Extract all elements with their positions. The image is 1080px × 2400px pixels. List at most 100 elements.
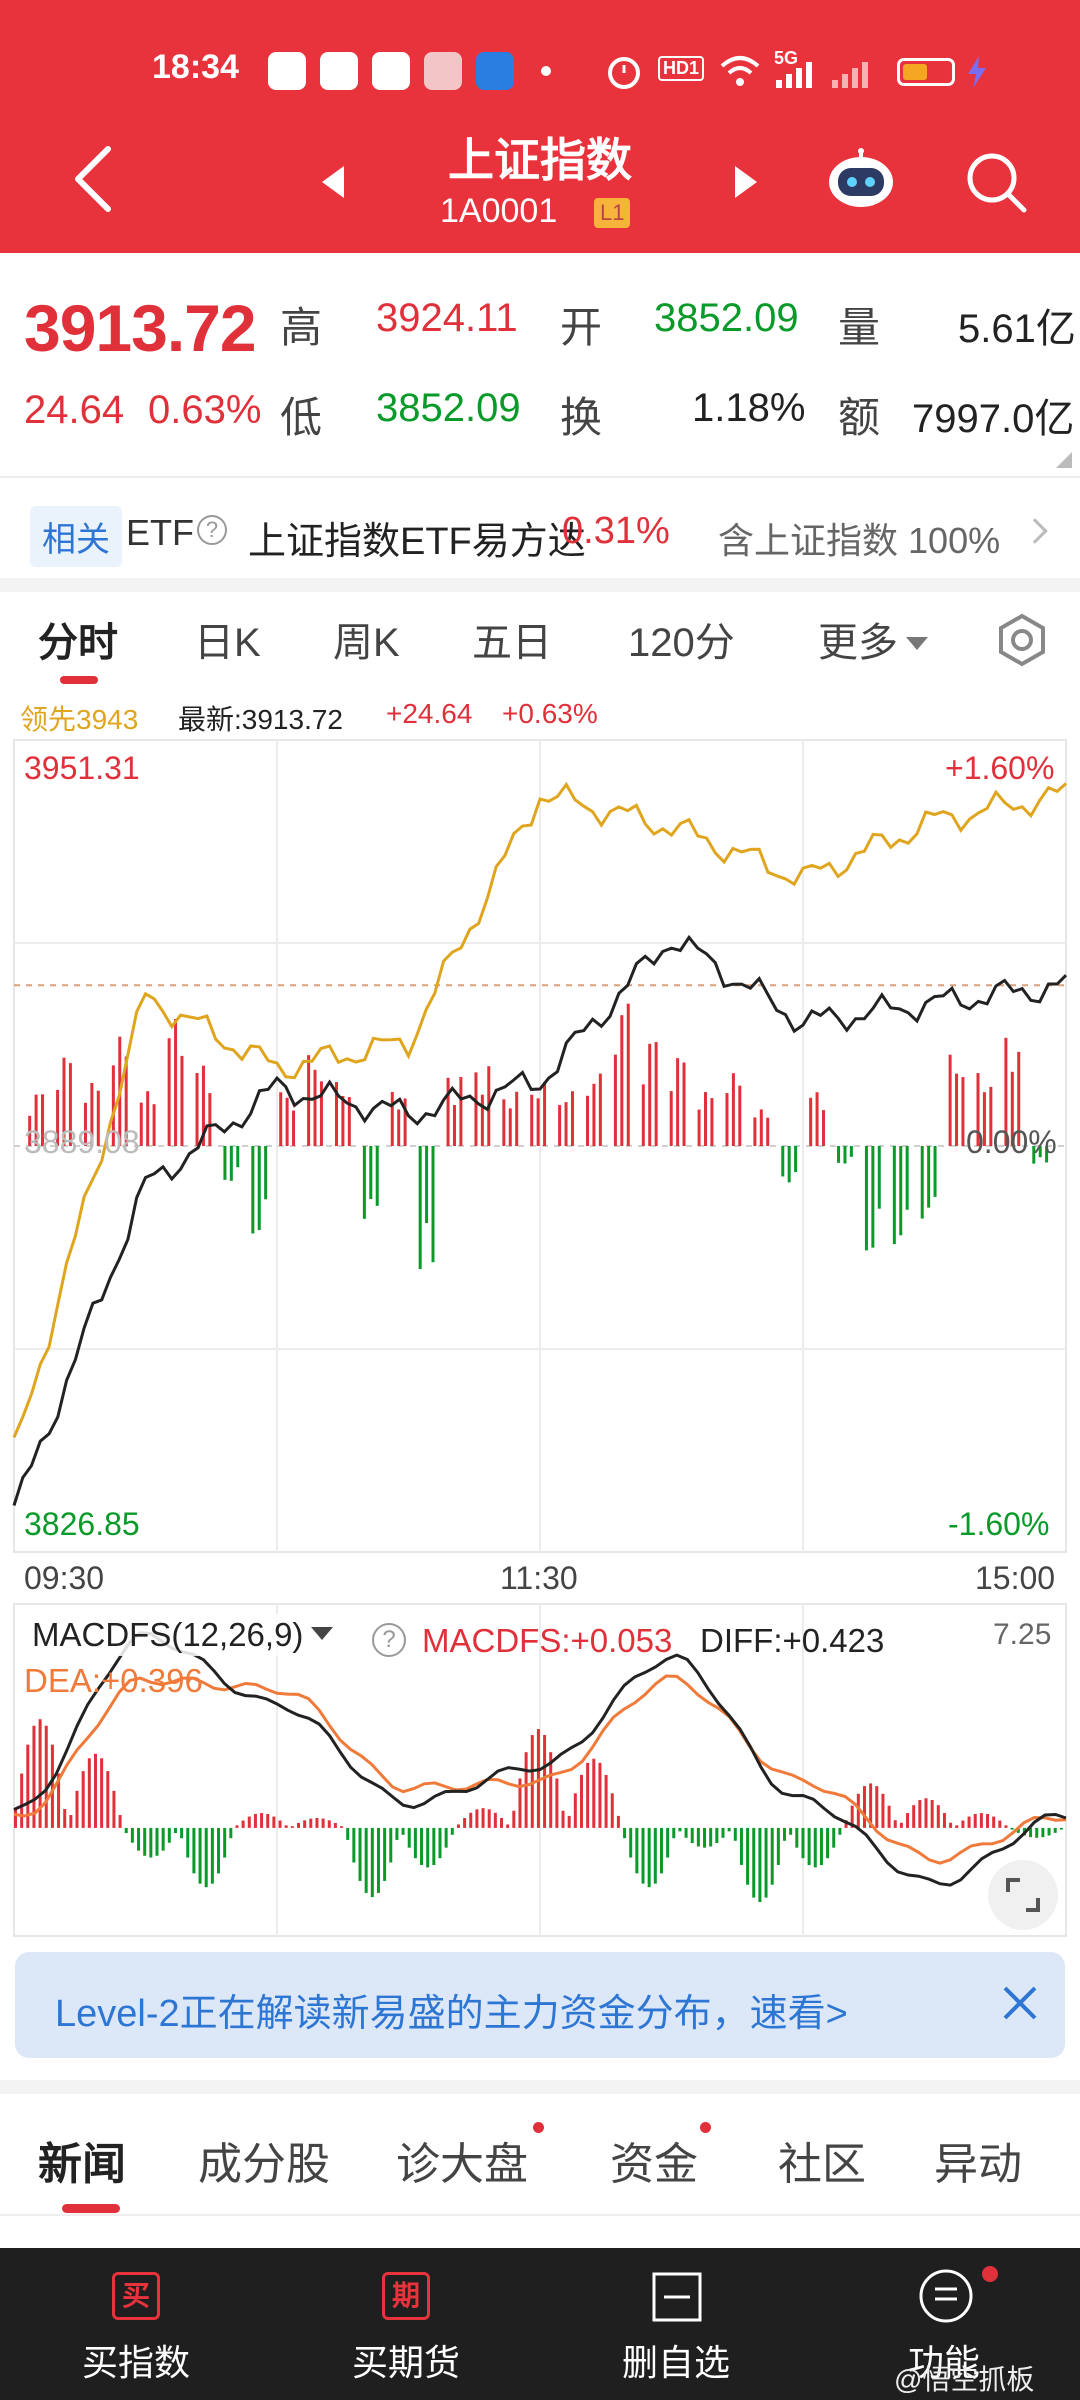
volume-bar bbox=[669, 1091, 673, 1146]
volume-bar bbox=[508, 1108, 512, 1146]
volume-bar bbox=[809, 1097, 813, 1146]
bottom-pct-label: -1.60% bbox=[948, 1506, 1050, 1542]
volume-bar bbox=[961, 1077, 965, 1146]
buy-futures-button[interactable]: 期 买期货 bbox=[298, 2248, 514, 2400]
macd-help-icon[interactable]: ? bbox=[372, 1623, 406, 1657]
macd-bar bbox=[69, 1815, 73, 1828]
macd-bar bbox=[776, 1827, 780, 1865]
macd-bar bbox=[186, 1827, 190, 1858]
macd-bar bbox=[260, 1813, 264, 1828]
macd-bar bbox=[376, 1827, 380, 1893]
top-price-label: 3951.31 bbox=[24, 750, 140, 786]
macd-bar bbox=[524, 1752, 528, 1828]
close-icon[interactable] bbox=[997, 1980, 1043, 2026]
volume-bar bbox=[731, 1073, 735, 1146]
macd-bar bbox=[413, 1827, 417, 1859]
macd-bar bbox=[906, 1813, 910, 1828]
volume-bar bbox=[139, 1102, 143, 1146]
volume-bar bbox=[933, 1146, 937, 1197]
volume-bar bbox=[375, 1146, 379, 1206]
volume-bar bbox=[223, 1146, 227, 1180]
volume-bar bbox=[390, 1092, 394, 1146]
divider bbox=[0, 2214, 1080, 2216]
banner-text[interactable]: Level-2正在解读新易盛的主力资金分布，速看> bbox=[55, 1982, 848, 2037]
volume-bar bbox=[620, 1015, 624, 1146]
level2-banner[interactable]: Level-2正在解读新易盛的主力资金分布，速看> bbox=[15, 1952, 1065, 2058]
volume-bar bbox=[899, 1146, 903, 1236]
macd-bar bbox=[100, 1758, 104, 1828]
badge-dot bbox=[533, 2122, 544, 2133]
remove-watchlist-button[interactable]: 删自选 bbox=[568, 2248, 784, 2400]
tab-news[interactable]: 新闻 bbox=[38, 2128, 126, 2192]
macd-bar bbox=[986, 1813, 990, 1828]
macd-bar bbox=[616, 1815, 620, 1828]
macd-indicator-select[interactable]: MACDFS(12,26,9) bbox=[26, 1614, 340, 1656]
macd-bar bbox=[795, 1827, 799, 1848]
macd-bar bbox=[573, 1793, 577, 1828]
time-start-label: 09:30 bbox=[24, 1560, 105, 1596]
volume-bar bbox=[341, 1095, 345, 1146]
volume-bar bbox=[592, 1083, 596, 1146]
macd-bar bbox=[106, 1771, 110, 1828]
volume-bar bbox=[682, 1062, 686, 1146]
buy-icon: 买 bbox=[112, 2272, 160, 2320]
macd-bar bbox=[272, 1816, 276, 1828]
macd-bar bbox=[696, 1827, 700, 1847]
volume-bar bbox=[864, 1146, 868, 1251]
macd-bar bbox=[253, 1813, 257, 1828]
volume-bar bbox=[725, 1093, 729, 1146]
macd-bar bbox=[813, 1827, 817, 1868]
macd-bar bbox=[401, 1827, 405, 1835]
tab-movements[interactable]: 异动 bbox=[934, 2128, 1022, 2192]
macd-bar bbox=[979, 1813, 983, 1828]
macd-bar bbox=[586, 1762, 590, 1828]
tab-components[interactable]: 成分股 bbox=[198, 2128, 330, 2192]
macd-bar bbox=[500, 1818, 504, 1828]
macd-bar bbox=[899, 1822, 903, 1828]
volume-bar bbox=[431, 1146, 435, 1263]
macd-bar bbox=[180, 1827, 184, 1839]
volume-bar bbox=[927, 1146, 931, 1208]
macd-bar bbox=[721, 1827, 725, 1838]
tab-funds[interactable]: 资金 bbox=[610, 2128, 698, 2192]
tab-community[interactable]: 社区 bbox=[778, 2128, 866, 2192]
tab-diagnose[interactable]: 诊大盘 bbox=[396, 2128, 528, 2192]
expand-icon[interactable] bbox=[988, 1860, 1058, 1930]
futures-icon: 期 bbox=[382, 2272, 430, 2320]
volume-bar bbox=[180, 1055, 184, 1146]
macd-bar bbox=[75, 1790, 79, 1828]
macd-bar bbox=[973, 1813, 977, 1828]
macd-bar bbox=[14, 1809, 17, 1828]
macd-bar bbox=[949, 1822, 953, 1828]
macd-bar bbox=[241, 1820, 245, 1828]
macd-bar bbox=[887, 1805, 891, 1828]
macd-bar bbox=[912, 1805, 916, 1828]
macd-bar bbox=[149, 1827, 153, 1858]
volume-bar bbox=[843, 1146, 847, 1164]
macd-bar bbox=[875, 1786, 879, 1828]
macd-bar bbox=[703, 1827, 707, 1848]
volume-bar bbox=[167, 1038, 171, 1146]
zero-price-label: 3889.08 bbox=[24, 1124, 140, 1160]
macd-bar bbox=[623, 1827, 627, 1839]
volume-bar bbox=[502, 1099, 506, 1146]
macd-bar bbox=[210, 1827, 214, 1884]
time-mid-label: 11:30 bbox=[500, 1560, 578, 1596]
macd-bar bbox=[604, 1774, 608, 1828]
volume-bars bbox=[28, 1003, 1049, 1270]
volume-bar bbox=[871, 1146, 875, 1248]
macd-bar bbox=[838, 1827, 842, 1835]
buy-index-button[interactable]: 买 买指数 bbox=[28, 2248, 244, 2400]
volume-bar bbox=[369, 1146, 373, 1200]
volume-bar bbox=[536, 1098, 540, 1146]
macd-bar bbox=[653, 1827, 657, 1884]
macd-bar bbox=[315, 1818, 319, 1828]
volume-bar bbox=[264, 1146, 268, 1200]
dea-value: DEA:+0.396 bbox=[24, 1662, 203, 1699]
macd-bar bbox=[807, 1827, 811, 1866]
macd-bar bbox=[247, 1816, 251, 1828]
macd-bar bbox=[709, 1827, 713, 1847]
volume-bar bbox=[229, 1146, 233, 1181]
macd-bar bbox=[881, 1793, 885, 1828]
macd-bar bbox=[352, 1827, 356, 1863]
